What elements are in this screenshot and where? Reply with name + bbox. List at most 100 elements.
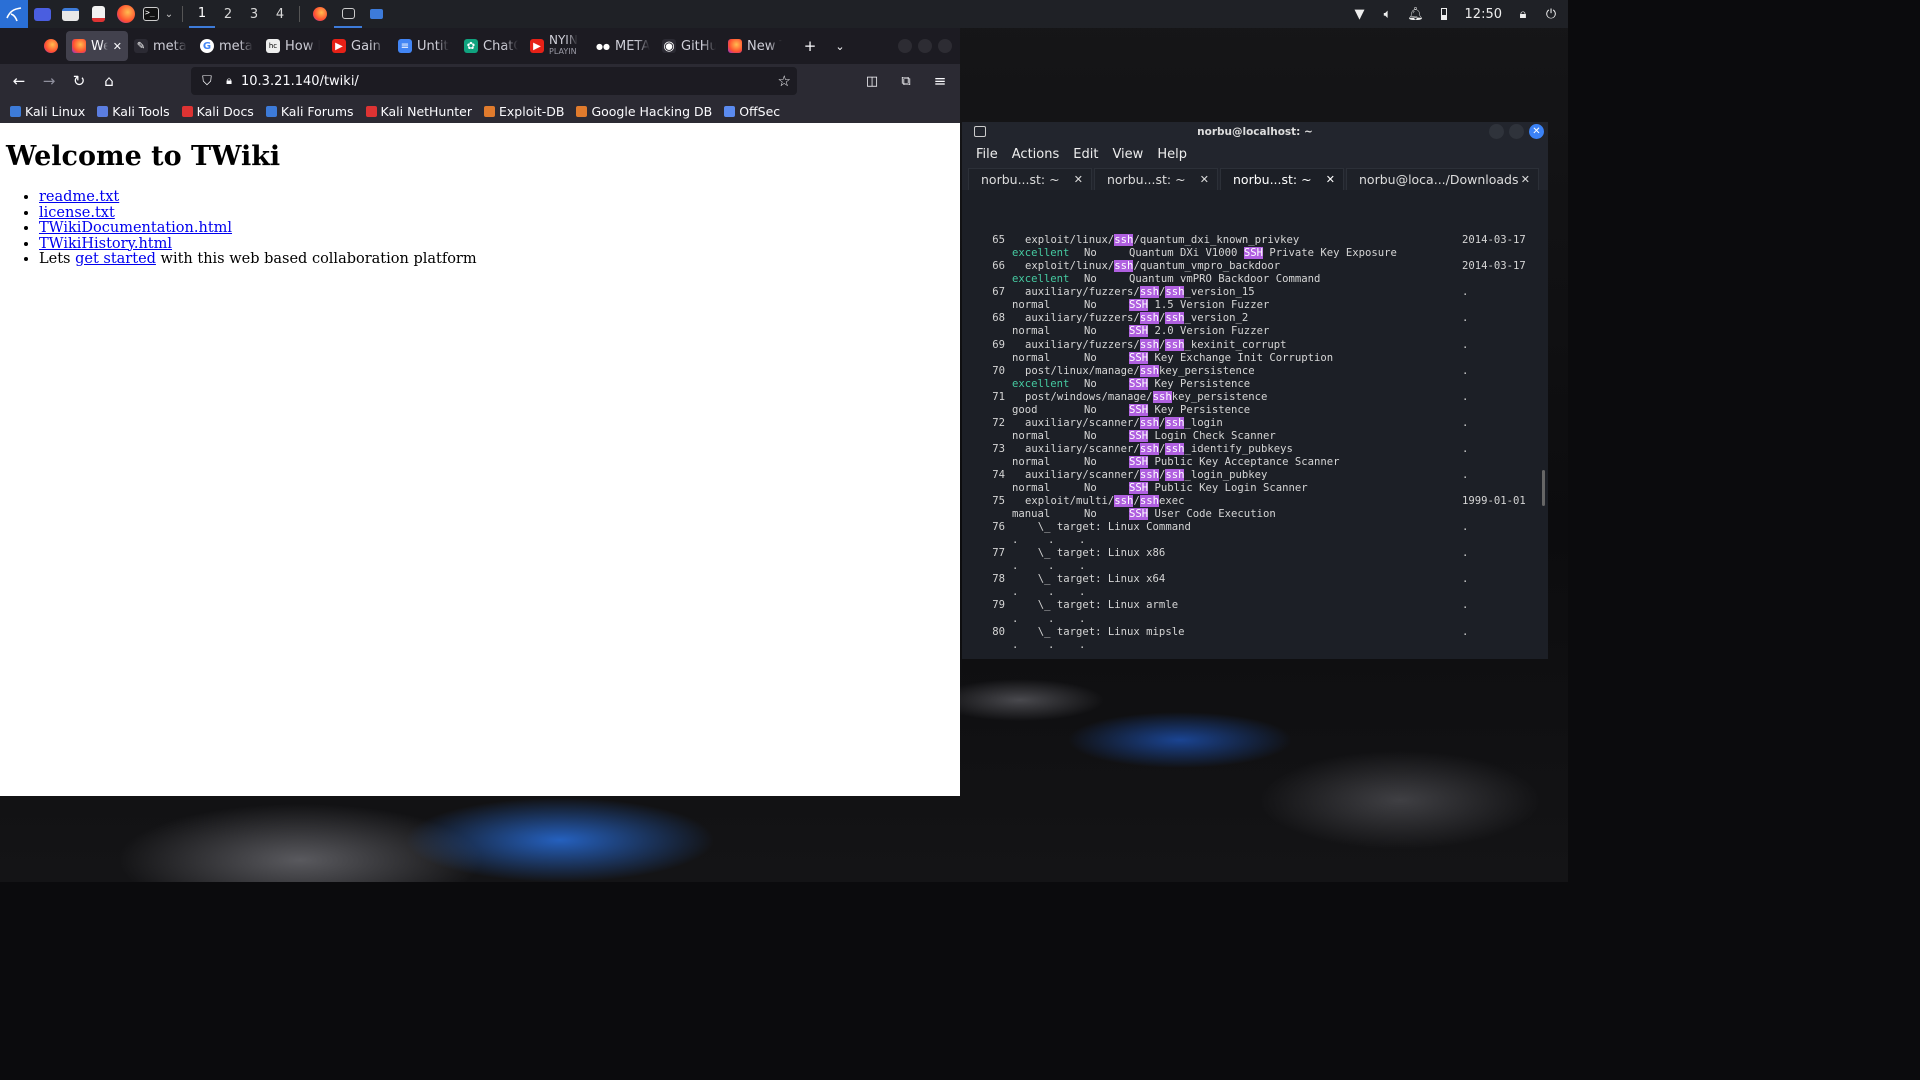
browser-tab[interactable]: Welco ✕ <box>66 31 128 61</box>
lock-icon[interactable]: 🔒︎ <box>1516 7 1530 22</box>
terminal-tab[interactable]: norbu...st: ~ ✕ <box>1220 168 1344 190</box>
bookmark-star-icon[interactable]: ☆ <box>778 72 791 90</box>
reload-button[interactable]: ↻ <box>65 67 93 95</box>
close-tab-icon[interactable]: ✕ <box>113 40 122 53</box>
menu-actions[interactable]: Actions <box>1012 147 1060 162</box>
battery-icon[interactable] <box>1437 7 1451 21</box>
url-input[interactable] <box>239 72 763 90</box>
row-module: post/windows/manage/sshkey_persistence <box>1025 390 1268 403</box>
chevron-down-icon[interactable]: ⌄ <box>162 0 176 28</box>
terminal-tab[interactable]: norbu@loca.../Downloads ✕ <box>1346 168 1539 190</box>
folder-task-icon[interactable] <box>362 0 390 28</box>
pocket-icon[interactable]: ◫ <box>858 67 886 95</box>
forward-button[interactable]: → <box>35 67 63 95</box>
firefox-view-button[interactable] <box>38 31 66 61</box>
minimize-button[interactable] <box>1489 124 1504 139</box>
bookmark-kali-linux[interactable]: Kali Linux <box>10 104 85 119</box>
row-number: 72 <box>992 416 1005 429</box>
power-icon[interactable]: ⏻ <box>1544 7 1558 22</box>
row-date: . <box>1462 547 1469 560</box>
bookmark-offsec[interactable]: OffSec <box>724 104 780 119</box>
get-started-link[interactable]: get started <box>75 251 156 267</box>
browser-tab[interactable]: New T <box>722 31 788 61</box>
close-tab-icon[interactable]: ✕ <box>1074 173 1083 186</box>
list-all-tabs-button[interactable]: ⌄ <box>826 32 854 60</box>
back-button[interactable]: ← <box>5 67 33 95</box>
terminal-tabs: norbu...st: ~ ✕ norbu...st: ~ ✕ norbu...st: … <box>962 166 1548 190</box>
terminal-row-detail: ... <box>962 534 1548 547</box>
documentation-link[interactable]: TWikiDocumentation.html <box>39 220 232 236</box>
browser-tab[interactable]: ▶ Gain a <box>326 31 392 61</box>
close-icon[interactable]: ✕ <box>1529 124 1544 139</box>
bookmark-kali-tools[interactable]: Kali Tools <box>97 104 170 119</box>
row-rank: . <box>1012 534 1019 547</box>
browser-tab[interactable]: ✎ meta <box>128 31 194 61</box>
browser-tab[interactable]: Gmeta <box>194 31 260 61</box>
wifi-icon[interactable]: ▼ <box>1353 7 1367 22</box>
row-description: . <box>1079 638 1086 651</box>
terminal-icon[interactable]: >_ <box>140 0 162 28</box>
browser-tab[interactable]: hc How I <box>260 31 326 61</box>
lock-icon[interactable]: 🔒︎ <box>219 74 239 88</box>
volume-icon[interactable]: 🔈︎ <box>1381 7 1395 22</box>
row-date: . <box>1462 573 1469 586</box>
new-tab-button[interactable]: + <box>796 32 824 60</box>
firefox-icon[interactable] <box>112 0 140 28</box>
text-editor-icon[interactable] <box>84 0 112 28</box>
close-window-button[interactable] <box>938 39 952 53</box>
shield-icon[interactable]: ⛉ <box>195 74 219 89</box>
browser-tab[interactable]: ✿ ChatC <box>458 31 524 61</box>
file-manager-icon[interactable] <box>56 0 84 28</box>
menu-view[interactable]: View <box>1112 147 1143 162</box>
terminal-tab[interactable]: norbu...st: ~ ✕ <box>968 168 1092 190</box>
panel-separator <box>299 6 300 22</box>
terminal-row: 67 auxiliary/fuzzers/ssh/ssh_version_15. <box>962 286 1548 299</box>
row-rank: good <box>1012 403 1038 416</box>
row-number: 76 <box>992 521 1005 534</box>
browser-tab[interactable]: ◉ GitHu <box>656 31 722 61</box>
row-module: auxiliary/scanner/ssh/ssh_identify_pubke… <box>1025 442 1293 455</box>
terminal-tab[interactable]: norbu...st: ~ ✕ <box>1094 168 1218 190</box>
menu-help[interactable]: Help <box>1157 147 1187 162</box>
close-tab-icon[interactable]: ✕ <box>1521 173 1530 186</box>
bell-icon[interactable]: 🔔︎ <box>1407 7 1424 22</box>
bookmark-kali-forums[interactable]: Kali Forums <box>265 104 354 119</box>
bookmark-icon <box>97 105 109 117</box>
workspace-3[interactable]: 3 <box>241 0 267 28</box>
workspace-4[interactable]: 4 <box>267 0 293 28</box>
readme-link[interactable]: readme.txt <box>39 189 119 205</box>
close-tab-icon[interactable]: ✕ <box>1200 173 1209 186</box>
clock[interactable]: 12:50 <box>1465 7 1502 22</box>
menu-icon[interactable]: ≡ <box>926 67 954 95</box>
bookmark-exploit-db[interactable]: Exploit-DB <box>484 104 564 119</box>
row-rank: . <box>1012 638 1019 651</box>
bookmark-kali-docs[interactable]: Kali Docs <box>181 104 254 119</box>
history-link[interactable]: TWikiHistory.html <box>39 236 172 252</box>
browser-tab[interactable]: ≡ Untit <box>392 31 458 61</box>
desktop-icon[interactable] <box>28 0 56 28</box>
terminal-window-controls: ✕ <box>1489 124 1544 139</box>
firefox-favicon-icon <box>728 39 742 53</box>
browser-tab[interactable]: ●● META <box>590 31 656 61</box>
workspace-1[interactable]: 1 <box>189 0 215 28</box>
terminal-output[interactable]: 65 exploit/linux/ssh/quantum_dxi_known_pr… <box>962 190 1548 653</box>
bookmark-kali-nethunter[interactable]: Kali NetHunter <box>365 104 472 119</box>
menu-edit[interactable]: Edit <box>1073 147 1098 162</box>
maximize-button[interactable] <box>918 39 932 53</box>
workspace-2[interactable]: 2 <box>215 0 241 28</box>
terminal-task-icon[interactable] <box>334 0 362 28</box>
browser-tab[interactable]: ▶ NYIN PLAYIN <box>524 31 590 61</box>
kali-menu-icon[interactable] <box>0 0 28 28</box>
extensions-icon[interactable]: ⧉ <box>892 67 920 95</box>
firefox-task-icon[interactable] <box>306 0 334 28</box>
close-tab-icon[interactable]: ✕ <box>1326 173 1335 186</box>
row-date: . <box>1462 625 1469 638</box>
maximize-button[interactable] <box>1509 124 1524 139</box>
url-bar[interactable]: ⛉ 🔒︎ ☆ <box>191 67 797 95</box>
home-button[interactable]: ⌂ <box>95 67 123 95</box>
bookmark-icon <box>265 105 277 117</box>
menu-file[interactable]: File <box>976 147 998 162</box>
minimize-button[interactable] <box>898 39 912 53</box>
bookmark-google-hacking-db[interactable]: Google Hacking DB <box>576 104 712 119</box>
license-link[interactable]: license.txt <box>39 205 115 221</box>
